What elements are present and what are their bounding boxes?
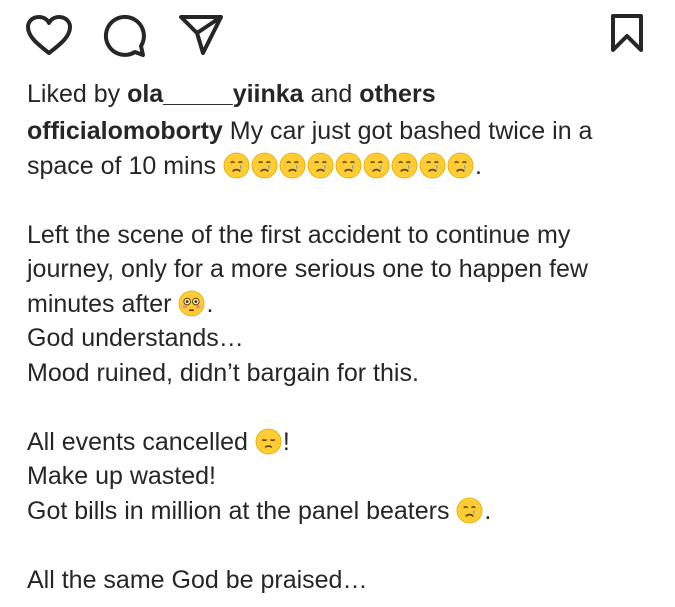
- caption-line-3: Left the scene of the first accident to …: [27, 220, 571, 249]
- caption-line-4: journey, only for a more serious one to …: [27, 255, 588, 283]
- caption-text: Got bills in million at the panel beater…: [27, 496, 457, 525]
- caption-username[interactable]: officialomoborty: [27, 117, 223, 145]
- crying-face-icon: [456, 497, 483, 524]
- flushed-face-icon: [178, 290, 205, 317]
- crying-face-icon: [363, 152, 390, 179]
- likes-others-link[interactable]: others: [359, 80, 435, 108]
- crying-face-icon: [391, 152, 418, 179]
- likes-prefix: Liked by: [27, 80, 128, 108]
- bookmark-icon[interactable]: [608, 13, 646, 53]
- caption-text: minutes after: [27, 289, 179, 318]
- crying-face-icon: [223, 152, 250, 179]
- caption-line-10: Got bills in million at the panel beater…: [27, 494, 657, 529]
- caption-line-2: space of 10 mins .: [27, 149, 657, 184]
- caption-line-5: minutes after .: [27, 287, 657, 322]
- caption-line-7: Mood ruined, didn’t bargain for this.: [27, 358, 419, 387]
- crying-face-icon: [419, 152, 446, 179]
- caption: officialomoborty My car just got bashed …: [27, 114, 657, 597]
- caption-line-1: officialomoborty My car just got bashed …: [27, 114, 657, 149]
- caption-text: .: [484, 496, 492, 525]
- caption-line-6: God understands…: [27, 324, 244, 352]
- caption-text: .: [206, 289, 214, 318]
- disappointed-face-icon: [255, 428, 282, 455]
- caption-line-8: All events cancelled !: [27, 425, 657, 460]
- likes-summary: Liked by ola_____yiinka and others: [27, 78, 436, 110]
- caption-text: All events cancelled: [27, 427, 255, 456]
- paper-plane-icon[interactable]: [178, 13, 224, 57]
- caption-text: !: [282, 427, 290, 456]
- crying-face-icon: [251, 152, 278, 179]
- crying-face-icon: [447, 152, 474, 179]
- crying-face-icon: [307, 152, 334, 179]
- comment-icon[interactable]: [102, 13, 148, 59]
- caption-text: space of 10 mins: [27, 151, 223, 180]
- crying-face-icon: [335, 152, 362, 179]
- crying-emoji-run: [223, 152, 475, 180]
- caption-text: .: [474, 151, 482, 180]
- caption-line-9: Make up wasted!: [27, 462, 216, 490]
- liked-by-user-link[interactable]: ola_____yiinka: [127, 80, 304, 108]
- heart-icon[interactable]: [24, 13, 74, 57]
- crying-face-icon: [279, 152, 306, 179]
- caption-line-11: All the same God be praised…: [27, 565, 368, 594]
- caption-text: My car just got bashed twice in a: [222, 117, 593, 145]
- action-bar: [0, 0, 675, 70]
- likes-middle: and: [303, 80, 360, 108]
